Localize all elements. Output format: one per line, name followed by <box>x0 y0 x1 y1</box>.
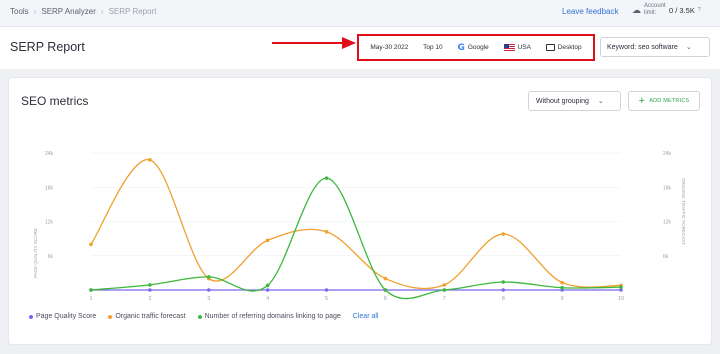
page-title: SERP Report <box>10 40 85 54</box>
leave-feedback-link[interactable]: Leave feedback <box>562 7 619 16</box>
engine-filter[interactable]: G Google <box>457 43 488 53</box>
legend-item-referring-domains[interactable]: Number of referring domains linking to p… <box>197 313 341 320</box>
series-referring-domains-point <box>619 285 623 289</box>
legend-dot <box>197 314 202 319</box>
info-icon[interactable]: ? <box>698 7 701 13</box>
legend-label: Page Quality Score <box>36 313 97 320</box>
y-tick-right: 12k <box>663 220 672 226</box>
seo-metrics-chart: 24k 24k 18k 18k 12k 12k 6k 6k 1 2 3 4 5 6 7 8 9 10 PAGE Q… <box>33 151 686 302</box>
y-tick-right: 18k <box>663 185 672 191</box>
series-referring-domains-point <box>148 283 152 287</box>
y-tick-left: 18k <box>45 185 54 191</box>
date-filter[interactable]: May-30 2022 <box>370 44 408 51</box>
legend-item-page-quality[interactable]: Page Quality Score <box>29 313 96 320</box>
legend-item-organic-traffic[interactable]: Organic traffic forecast <box>108 313 186 320</box>
y-axis-left-label: PAGE QUALITY SCORE <box>33 228 38 278</box>
x-tick-label: 4 <box>266 296 269 302</box>
series-page-quality-point <box>324 288 329 292</box>
legend-label: Number of referring domains linking to p… <box>204 313 341 320</box>
cloud-icon: ☁ <box>632 4 641 15</box>
country-label: USA <box>517 44 531 51</box>
keyword-select[interactable]: Keyword: seo software ⌄ <box>600 37 710 57</box>
breadcrumb-tools[interactable]: Tools <box>10 7 29 16</box>
series-referring-domains-point <box>206 275 211 279</box>
series-referring-domains-point <box>560 285 564 290</box>
x-tick-label: 3 <box>207 296 210 302</box>
chevron-down-icon: ⌄ <box>685 44 692 51</box>
y-axis-right-label: ORGANIC TRAFFIC FORECAST <box>681 178 686 245</box>
chart-legend: Page Quality Score Organic traffic forec… <box>29 313 378 320</box>
series-referring-domains-point <box>383 288 388 292</box>
y-tick-right: 6k <box>663 254 669 260</box>
series-referring-domains-point <box>501 280 506 284</box>
legend-dot <box>108 314 113 319</box>
series-referring-domains-point <box>265 283 270 288</box>
y-tick-left: 24k <box>45 151 54 157</box>
x-tick-label: 9 <box>561 296 564 302</box>
engine-label: Google <box>467 44 489 51</box>
account-limit-label: Account limit: <box>644 3 666 16</box>
series-organic-traffic-point <box>265 238 270 243</box>
y-tick-left: 12k <box>45 220 54 226</box>
x-tick-label: 7 <box>443 296 446 302</box>
series-organic-traffic-point <box>324 229 329 234</box>
desktop-icon <box>545 44 555 51</box>
keyword-label: Keyword: seo software <box>607 43 678 51</box>
x-tick-label: 5 <box>325 296 328 302</box>
red-arrow-annotation <box>272 37 356 49</box>
series-organic-traffic-point <box>89 242 93 247</box>
device-filter[interactable]: Desktop <box>545 44 582 51</box>
series-referring-domains-point <box>442 288 447 292</box>
breadcrumb-serp-analyzer[interactable]: SERP Analyzer <box>41 7 96 16</box>
chart-series <box>89 158 623 300</box>
series-referring-domains-line <box>90 177 622 300</box>
chart-ticks: 24k 24k 18k 18k 12k 12k 6k 6k 1 2 3 4 5 6 7 8 9 10 <box>45 151 672 302</box>
top-bar: Tools › SERP Analyzer › SERP Report Leav… <box>0 0 720 27</box>
account-limit: ☁ Account limit: 0 / 3.5K ? <box>632 3 701 17</box>
breadcrumb-current: SERP Report <box>108 7 157 16</box>
breadcrumb-separator: › <box>33 7 37 16</box>
breadcrumb: Tools › SERP Analyzer › SERP Report <box>10 7 156 16</box>
usa-flag-icon <box>503 44 515 51</box>
top-filter[interactable]: Top 10 <box>423 44 443 51</box>
series-referring-domains-point <box>324 176 329 180</box>
x-tick-label: 2 <box>148 296 151 302</box>
device-label: Desktop <box>557 44 582 51</box>
series-referring-domains-point <box>89 288 93 292</box>
series-page-quality-point <box>148 288 152 292</box>
series-organic-traffic-line <box>90 159 622 290</box>
seo-metrics-panel: SEO metrics Without grouping ⌄ + ADD MET… <box>8 77 712 345</box>
x-tick-label: 8 <box>502 296 505 302</box>
x-tick-label: 1 <box>89 296 92 302</box>
series-page-quality-point <box>265 288 270 292</box>
series-organic-traffic-point <box>148 158 152 162</box>
legend-label: Organic traffic forecast <box>115 313 186 320</box>
chart-grid <box>91 152 621 291</box>
breadcrumb-separator: › <box>100 7 104 16</box>
report-filters: May-30 2022 Top 10 G Google USA Desktop <box>357 34 595 61</box>
x-tick-label: 6 <box>384 296 387 302</box>
google-icon: G <box>457 42 465 53</box>
y-tick-right: 24k <box>663 151 672 157</box>
x-tick-label: 10 <box>618 296 624 302</box>
series-organic-traffic-point <box>560 280 564 285</box>
series-organic-traffic-point <box>442 283 447 287</box>
y-tick-left: 6k <box>48 254 54 260</box>
series-page-quality-point <box>501 288 506 292</box>
account-limit-value: 0 / 3.5K <box>669 5 695 15</box>
series-page-quality-point <box>206 288 211 292</box>
series-organic-traffic-point <box>383 276 388 281</box>
clear-all-link[interactable]: Clear all <box>353 313 379 320</box>
legend-dot <box>29 314 33 319</box>
series-organic-traffic-point <box>501 232 506 236</box>
country-filter[interactable]: USA <box>503 44 531 51</box>
